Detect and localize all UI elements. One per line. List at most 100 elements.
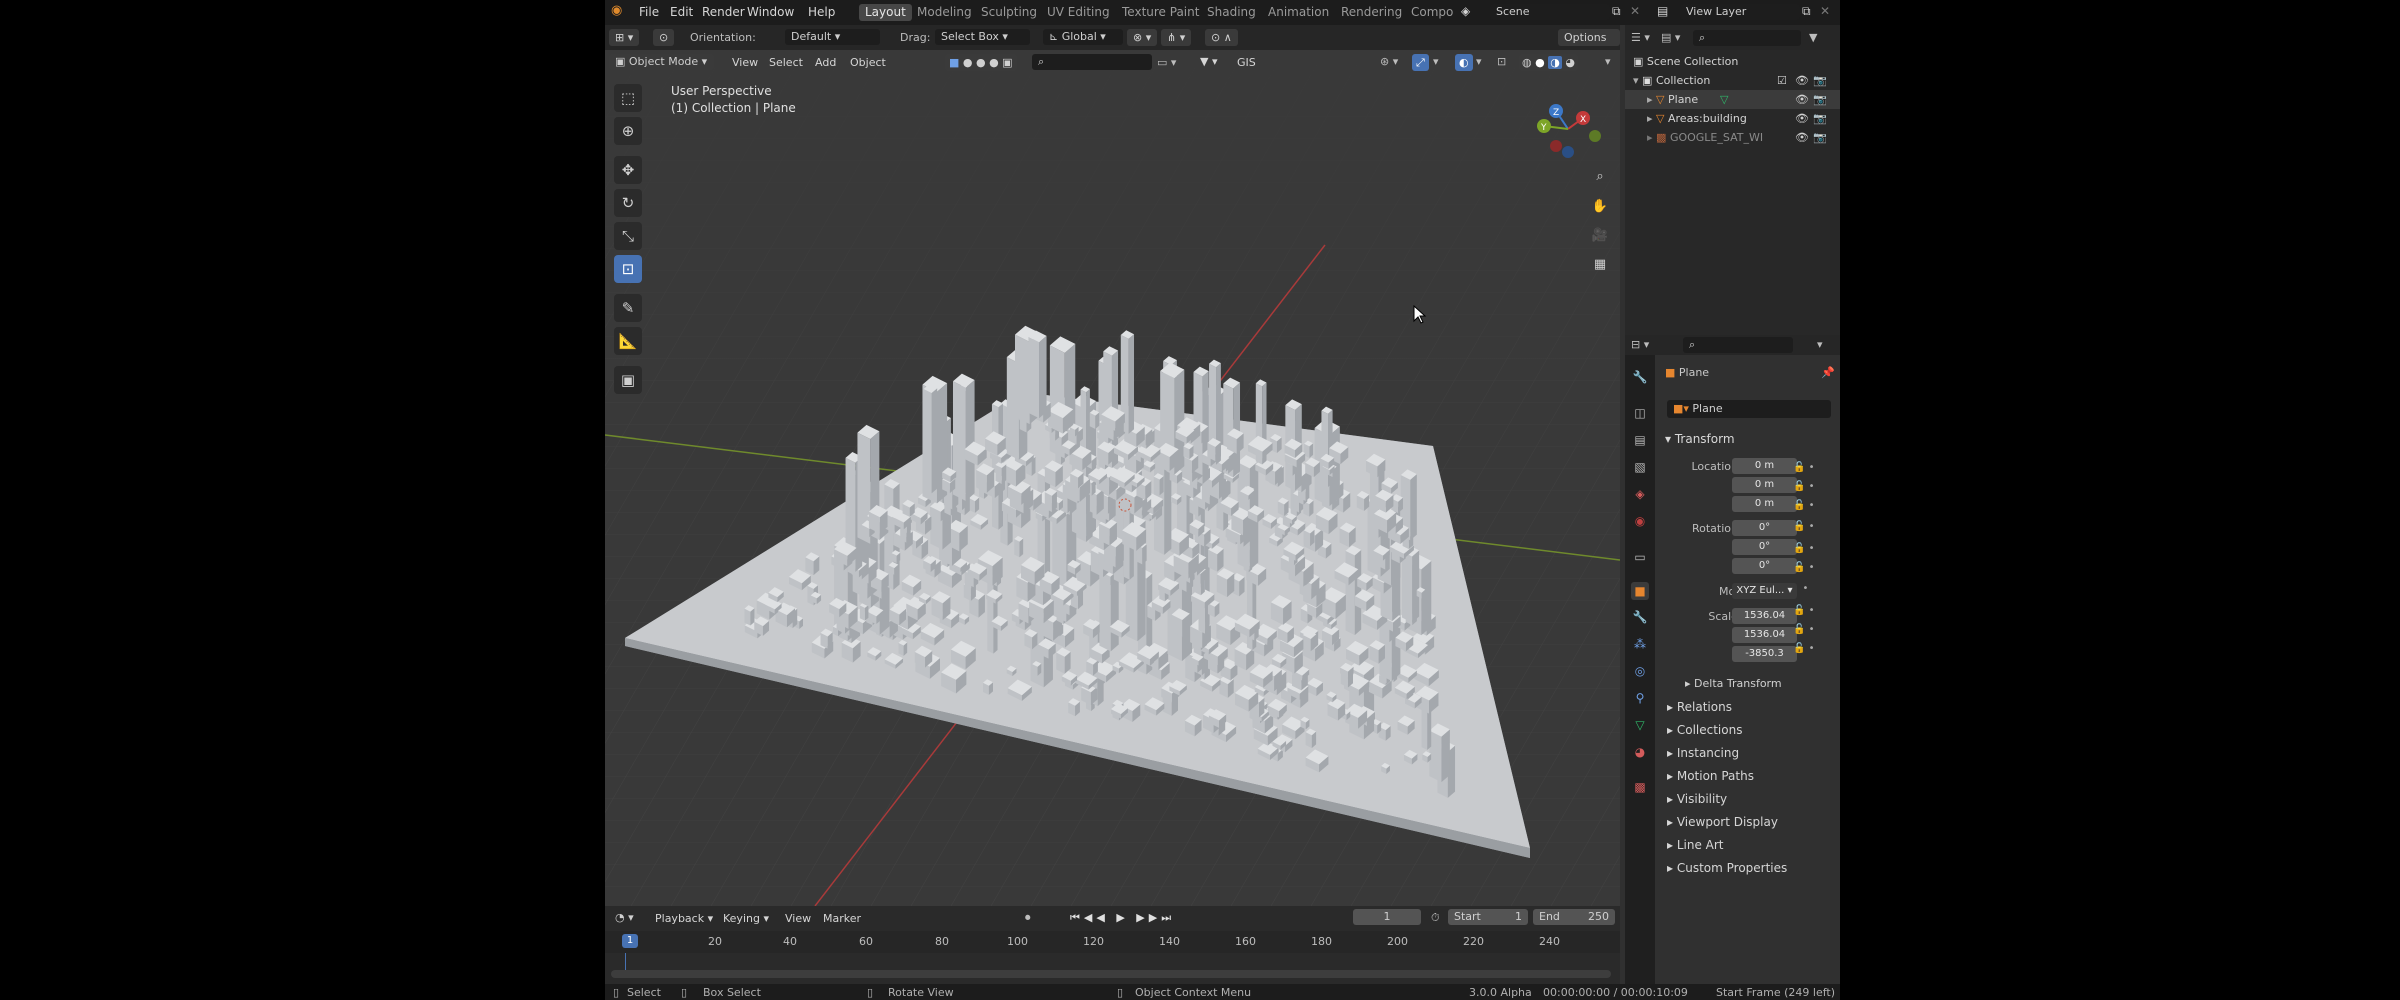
- pin-icon[interactable]: 📌: [1821, 366, 1835, 379]
- render-camera-icon[interactable]: 📷: [1813, 71, 1827, 90]
- editor-type-icon[interactable]: ⊞ ▾: [609, 29, 640, 46]
- object-mode-dropdown[interactable]: ▣ Object Mode ▾: [609, 54, 714, 70]
- collapse-icon[interactable]: ▭ ▾: [1157, 56, 1176, 69]
- tab-animation[interactable]: Animation: [1262, 4, 1335, 21]
- viewport-menu-add[interactable]: Add: [815, 56, 836, 69]
- view-layer-tab-icon[interactable]: ▧: [1631, 458, 1649, 476]
- relations-panel[interactable]: ▸ Relations: [1667, 700, 1732, 714]
- data-tab-icon[interactable]: ▽: [1631, 716, 1649, 734]
- transform-orientation-dropdown[interactable]: ⊾ Global ▾: [1043, 29, 1123, 45]
- rotation-y-field[interactable]: 0°: [1732, 539, 1797, 555]
- menu-edit[interactable]: Edit: [670, 5, 693, 19]
- menu-render[interactable]: Render: [702, 5, 745, 19]
- visibility-eye-icon[interactable]: 👁: [1795, 90, 1809, 109]
- rotation-x-field[interactable]: 0°: [1732, 520, 1797, 536]
- render-camera-icon[interactable]: 📷: [1813, 90, 1827, 109]
- expand-arrow-icon[interactable]: ▸: [1647, 93, 1653, 106]
- google-sat-row[interactable]: ▸ ▩ GOOGLE_SAT_WI 👁 📷: [1625, 128, 1840, 147]
- constraints-tab-icon[interactable]: ⚲: [1631, 689, 1649, 707]
- collection-row[interactable]: ▾ ▣ Collection ☑ 👁 📷: [1625, 71, 1840, 90]
- xray-toggle-icon[interactable]: ⊡: [1497, 55, 1506, 68]
- physics-tab-icon[interactable]: ◎: [1631, 662, 1649, 680]
- end-frame-field[interactable]: End 250: [1533, 909, 1615, 925]
- visibility-eye-icon[interactable]: 👁: [1795, 71, 1809, 90]
- tab-rendering[interactable]: Rendering: [1335, 4, 1408, 21]
- transform-panel-header[interactable]: ▾ Transform: [1665, 432, 1735, 446]
- pan-hand-icon[interactable]: ✋: [1589, 195, 1611, 217]
- playback-menu[interactable]: Playback ▾: [655, 912, 713, 925]
- tab-modeling[interactable]: Modeling: [911, 4, 978, 21]
- viewport-menu-select[interactable]: Select: [769, 56, 803, 69]
- menu-file[interactable]: File: [639, 5, 659, 19]
- location-z-field[interactable]: 0 m: [1732, 496, 1797, 512]
- select-box-tool-icon[interactable]: ⬚: [614, 84, 642, 112]
- view-layer-selector[interactable]: View Layer: [1680, 4, 1800, 20]
- navigation-gizmo[interactable]: Z X Y: [1523, 84, 1613, 174]
- visibility-eye-icon[interactable]: 👁: [1795, 128, 1809, 147]
- snap-icon[interactable]: ⋔ ▾: [1161, 29, 1192, 46]
- areas-building-row[interactable]: ▸ ▽ Areas:building 👁 📷: [1625, 109, 1840, 128]
- object-name-field[interactable]: ■▾ Plane: [1667, 400, 1831, 418]
- expand-arrow-icon[interactable]: ▸: [1647, 112, 1653, 125]
- tool-tab-icon[interactable]: 🔧: [1631, 368, 1649, 386]
- object-tab-icon[interactable]: ■: [1631, 582, 1649, 600]
- material-tab-icon[interactable]: ◕: [1631, 743, 1649, 761]
- line-art-panel[interactable]: ▸ Line Art: [1667, 838, 1724, 852]
- measure-tool-icon[interactable]: 📐: [614, 327, 642, 355]
- scale-x-field[interactable]: 1536.04: [1732, 608, 1797, 624]
- scale-tool-icon[interactable]: ⤡: [614, 222, 642, 250]
- expand-arrow-icon[interactable]: ▾: [1633, 74, 1639, 87]
- record-icon[interactable]: ⏺: [1025, 911, 1031, 925]
- output-tab-icon[interactable]: ▤: [1631, 431, 1649, 449]
- proportional-edit-icon[interactable]: ⊙ ∧: [1205, 29, 1238, 46]
- visibility-panel[interactable]: ▸ Visibility: [1667, 792, 1727, 806]
- playhead-frame[interactable]: 1: [622, 934, 638, 948]
- location-x-field[interactable]: 0 m: [1732, 458, 1797, 474]
- options-dropdown[interactable]: Options ▾: [1558, 29, 1620, 61]
- shading-modes[interactable]: ◍ ● ◑ ◕: [1519, 54, 1578, 71]
- add-cube-tool-icon[interactable]: ▣: [614, 366, 642, 394]
- view-layer-close-icon[interactable]: ✕: [1820, 4, 1830, 18]
- render-camera-icon[interactable]: 📷: [1813, 109, 1827, 128]
- timeline-view-menu[interactable]: View: [785, 912, 811, 925]
- scene-collection-row[interactable]: ▣ Scene Collection: [1625, 52, 1840, 71]
- scale-z-field[interactable]: -3850.3: [1732, 646, 1797, 662]
- active-tool-icon[interactable]: ⊙: [653, 29, 675, 46]
- scene-tab-icon[interactable]: ◈: [1631, 485, 1649, 503]
- marker-menu[interactable]: Marker: [823, 912, 861, 925]
- tab-sculpting[interactable]: Sculpting: [975, 4, 1043, 21]
- ortho-grid-icon[interactable]: ▦: [1589, 253, 1611, 275]
- playback-controls[interactable]: ⏮◀◀ ▶ ▶▶⏭: [1070, 911, 1175, 925]
- expand-arrow-icon[interactable]: ▸: [1647, 131, 1653, 144]
- rotation-z-field[interactable]: 0°: [1732, 558, 1797, 574]
- frame-ruler[interactable]: 1 20 40 60 80 100 120 140 160 180 200 22…: [605, 931, 1620, 953]
- location-y-field[interactable]: 0 m: [1732, 477, 1797, 493]
- 3d-viewport[interactable]: User Perspective (1) Collection | Plane …: [605, 50, 1620, 906]
- motion-paths-panel[interactable]: ▸ Motion Paths: [1667, 769, 1754, 783]
- gizmo-toggle-icon[interactable]: ⤢: [1412, 54, 1429, 71]
- viewport-display-panel[interactable]: ▸ Viewport Display: [1667, 815, 1778, 829]
- modifier-tab-icon[interactable]: 🔧: [1631, 608, 1649, 626]
- gis-menu[interactable]: GIS: [1237, 56, 1256, 69]
- tab-compositing[interactable]: Compo: [1405, 4, 1459, 21]
- properties-editor-icon[interactable]: ⊟ ▾: [1631, 338, 1649, 351]
- menu-help[interactable]: Help: [808, 5, 835, 19]
- selectability-icons[interactable]: ■ ● ● ● ▣: [945, 54, 1017, 71]
- properties-options-icon[interactable]: ▾: [1817, 338, 1823, 351]
- collection-tab-icon[interactable]: ▭: [1631, 548, 1649, 566]
- shading-dropdown-icon[interactable]: ▾: [1605, 55, 1611, 68]
- properties-search[interactable]: ⌕: [1683, 337, 1793, 353]
- view-layer-copy-icon[interactable]: ⧉: [1802, 4, 1811, 19]
- outliner-search[interactable]: ⌕: [1693, 30, 1801, 46]
- render-tab-icon[interactable]: ◫: [1631, 404, 1649, 422]
- zoom-icon[interactable]: ⌕: [1589, 165, 1611, 187]
- lock-keyframe-icons[interactable]: 🔓 • 🔓 • 🔓 • 🔓 • 🔓 • 🔓 • • 🔓 • 🔓 • 🔓 •: [1793, 458, 1833, 666]
- tab-texture-paint[interactable]: Texture Paint: [1116, 4, 1205, 21]
- viewport-menu-object[interactable]: Object: [850, 56, 886, 69]
- display-mode-icon[interactable]: ▤ ▾: [1661, 31, 1680, 44]
- drag-dropdown[interactable]: Select Box ▾: [935, 29, 1030, 45]
- start-frame-field[interactable]: Start 1: [1448, 909, 1528, 925]
- cursor-tool-icon[interactable]: ⊕: [614, 117, 642, 145]
- viewport-search-field[interactable]: ⌕: [1032, 54, 1152, 70]
- menu-window[interactable]: Window: [747, 5, 794, 19]
